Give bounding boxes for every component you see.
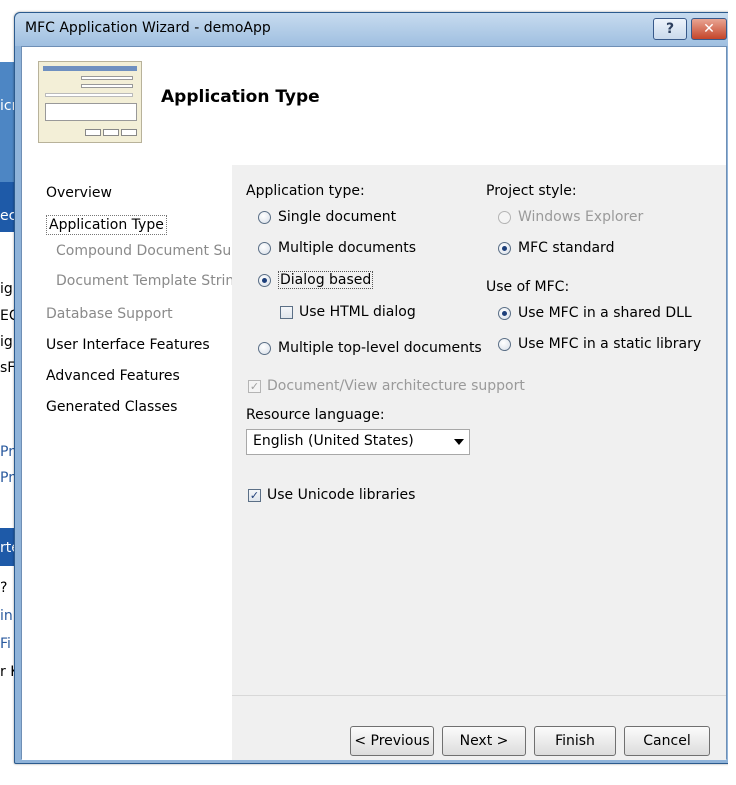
radio-circle-selected <box>258 273 271 287</box>
dialog-based-radio[interactable]: Dialog based <box>258 271 374 289</box>
use-of-mfc-label: Use of MFC: <box>486 279 570 295</box>
close-button[interactable]: ✕ <box>691 18 727 40</box>
background-text: Pr <box>0 444 14 460</box>
nav-item-overview[interactable]: Overview <box>46 185 112 201</box>
previous-button[interactable]: < Previous <box>350 726 434 756</box>
application-type-label: Application type: <box>246 183 365 199</box>
multiple-documents-label: Multiple documents <box>278 240 416 256</box>
close-icon: ✕ <box>703 21 715 37</box>
dropdown-arrow-icon <box>454 439 464 445</box>
nav-item-database-support[interactable]: Database Support <box>46 306 173 322</box>
radio-circle <box>258 241 271 255</box>
next-button[interactable]: Next > <box>442 726 526 756</box>
nav-item-application-type[interactable]: Application Type <box>46 215 167 235</box>
multiple-documents-radio[interactable]: Multiple documents <box>258 240 416 256</box>
static-library-radio[interactable]: Use MFC in a static library <box>498 336 701 352</box>
windows-explorer-label: Windows Explorer <box>518 209 644 225</box>
nav-item-document-template-strings[interactable]: Document Template Strings <box>56 273 250 289</box>
wizard-nav: Overview Application Type Compound Docum… <box>22 165 269 760</box>
background-text: ? <box>0 580 8 596</box>
single-document-label: Single document <box>278 209 397 225</box>
radio-circle <box>498 337 511 351</box>
use-html-dialog-label: Use HTML dialog <box>299 304 416 320</box>
static-library-label: Use MFC in a static library <box>518 336 702 352</box>
use-unicode-label: Use Unicode libraries <box>267 487 416 503</box>
background-text: Pr <box>0 470 14 486</box>
help-icon: ? <box>665 21 675 37</box>
multiple-top-level-radio[interactable]: Multiple top-level documents <box>258 340 482 356</box>
wizard-content: Application type: Single document Multip… <box>232 165 726 695</box>
checkmark-icon: ✓ <box>248 488 261 502</box>
multiple-top-level-label: Multiple top-level documents <box>278 340 482 356</box>
resource-language-label: Resource language: <box>246 407 385 423</box>
wizard-window: MFC Application Wizard - demoApp ? ✕ App… <box>14 12 734 764</box>
windows-explorer-radio[interactable]: Windows Explorer <box>498 209 643 225</box>
resource-language-select[interactable]: English (United States) <box>246 429 470 455</box>
shared-dll-label: Use MFC in a shared DLL <box>518 305 692 321</box>
nav-item-generated-classes[interactable]: Generated Classes <box>46 399 177 415</box>
project-style-label: Project style: <box>486 183 577 199</box>
wizard-header: Application Type <box>22 47 726 165</box>
page-title: Application Type <box>161 87 320 107</box>
checkbox-box <box>280 305 293 319</box>
doc-view-support-label: Document/View architecture support <box>267 378 525 394</box>
doc-view-support-checkbox[interactable]: ✓ Document/View architecture support <box>248 378 525 394</box>
radio-circle <box>258 210 271 224</box>
radio-circle-selected <box>498 241 511 255</box>
use-html-dialog-checkbox[interactable]: Use HTML dialog <box>280 304 416 320</box>
help-button[interactable]: ? <box>653 18 687 40</box>
wizard-client-area: Application Type Overview Application Ty… <box>21 46 727 760</box>
radio-circle <box>498 210 511 224</box>
shared-dll-radio[interactable]: Use MFC in a shared DLL <box>498 305 692 321</box>
single-document-radio[interactable]: Single document <box>258 209 396 225</box>
checkmark-icon: ✓ <box>248 379 261 393</box>
background-edge <box>728 0 736 785</box>
use-unicode-checkbox[interactable]: ✓ Use Unicode libraries <box>248 487 415 503</box>
nav-item-advanced-features[interactable]: Advanced Features <box>46 368 180 384</box>
finish-button[interactable]: Finish <box>534 726 616 756</box>
mfc-standard-radio[interactable]: MFC standard <box>498 240 614 256</box>
nav-item-user-interface-features[interactable]: User Interface Features <box>46 337 210 353</box>
dialog-preview-image <box>38 61 142 143</box>
radio-circle <box>258 341 271 355</box>
resource-language-value: English (United States) <box>253 433 414 449</box>
title-bar[interactable]: MFC Application Wizard - demoApp ? ✕ <box>15 13 733 46</box>
window-title: MFC Application Wizard - demoApp <box>25 20 271 36</box>
dialog-based-label: Dialog based <box>278 271 374 289</box>
cancel-button[interactable]: Cancel <box>624 726 710 756</box>
wizard-footer: < Previous Next > Finish Cancel <box>232 695 726 760</box>
radio-circle-selected <box>498 306 511 320</box>
background-text: Fi <box>0 636 11 652</box>
background-text: in <box>0 608 13 624</box>
mfc-standard-label: MFC standard <box>518 240 615 256</box>
